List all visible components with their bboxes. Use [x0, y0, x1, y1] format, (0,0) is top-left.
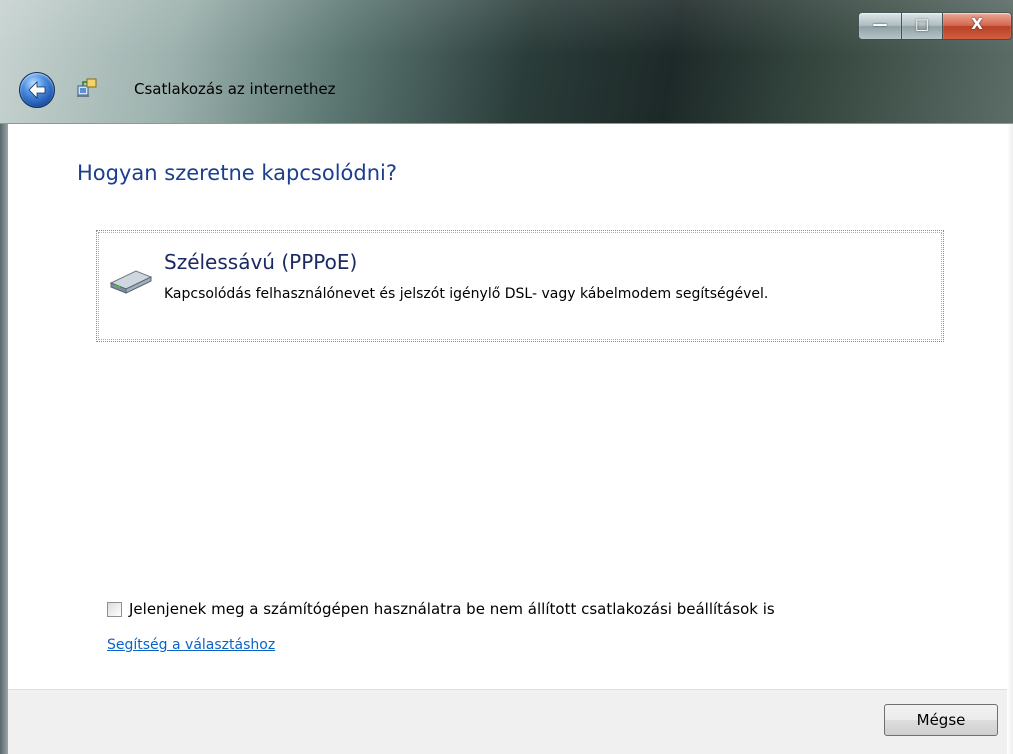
cancel-button[interactable]: Mégse	[884, 704, 998, 736]
maximize-button[interactable]: □	[901, 12, 943, 40]
option-pppoe[interactable]: Szélessávú (PPPoE) Kapcsolódás felhaszná…	[96, 230, 944, 342]
network-wizard-icon	[77, 78, 97, 97]
option-description: Kapcsolódás felhasználónevet és jelszót …	[164, 286, 769, 302]
back-button[interactable]	[19, 72, 55, 108]
close-icon: X	[971, 15, 983, 33]
maximize-icon: □	[914, 15, 930, 33]
window-left-border	[0, 124, 8, 754]
window-right-border	[1007, 124, 1013, 754]
back-arrow-icon	[28, 81, 46, 99]
window-title: Csatlakozás az internethez	[134, 80, 336, 98]
modem-icon	[109, 270, 153, 294]
show-unconfigured-checkbox[interactable]	[107, 602, 122, 617]
title-bar: — □ X Csatlakozás az internethez	[0, 0, 1013, 124]
help-link[interactable]: Segítség a választáshoz	[107, 637, 275, 653]
option-title: Szélessávú (PPPoE)	[164, 250, 358, 274]
close-button[interactable]: X	[942, 12, 1012, 40]
footer-bar	[8, 689, 1013, 754]
wizard-window: — □ X Csatlakozás az internethez Hogyan …	[0, 0, 1013, 754]
checkbox-label[interactable]: Jelenjenek meg a számítógépen használatr…	[129, 600, 775, 618]
page-title: Hogyan szeretne kapcsolódni?	[77, 161, 397, 185]
minimize-icon: —	[872, 15, 888, 33]
minimize-button[interactable]: —	[858, 12, 902, 40]
